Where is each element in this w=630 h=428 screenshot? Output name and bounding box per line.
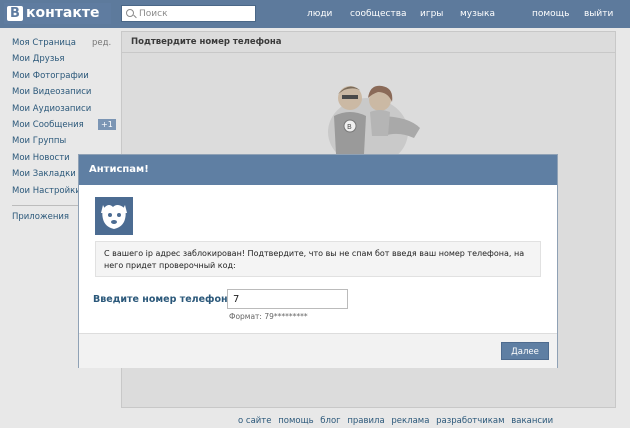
nav-games[interactable]: игры — [420, 9, 443, 19]
sidebar-item-audio[interactable]: Мои Аудиозаписи — [12, 104, 117, 120]
logo-text: контакте — [26, 5, 100, 21]
sidebar-item-label: Мои Фотографии — [12, 70, 89, 81]
nav-music[interactable]: музыка — [460, 9, 495, 19]
nav-logout[interactable]: выйти — [584, 9, 613, 19]
antispam-dialog: Антиспам! С вашего ip адрес заблокирован… — [78, 154, 558, 368]
sidebar-item-label: Мои Сообщения — [12, 119, 84, 130]
sidebar-item-photos[interactable]: Мои Фотографии — [12, 71, 117, 87]
sidebar-item-label: Мои Новости — [12, 152, 70, 163]
footer-link-jobs[interactable]: вакансии — [511, 416, 553, 426]
sidebar-item-messages[interactable]: Мои Сообщения +1 — [12, 118, 117, 136]
search-placeholder: Поиск — [139, 9, 168, 19]
logo-letter: В — [7, 6, 23, 21]
footer-link-blog[interactable]: блог — [320, 416, 340, 426]
superhero-mascot-illustration: B — [328, 85, 420, 156]
search-icon — [126, 9, 134, 17]
dialog-footer: Далее — [79, 333, 557, 368]
sidebar-item-label: Мои Группы — [12, 136, 67, 147]
nav-help[interactable]: помощь — [532, 9, 569, 19]
sidebar-item-label: Мои Друзья — [12, 54, 65, 65]
footer-links: о сайте помощь блог правила реклама разр… — [238, 416, 557, 426]
footer-link-rules[interactable]: правила — [347, 416, 384, 426]
title-divider — [122, 52, 615, 53]
next-button[interactable]: Далее — [501, 342, 549, 360]
sidebar-item-groups[interactable]: Мои Группы — [12, 136, 117, 152]
dog-logo-icon — [95, 197, 133, 235]
sidebar-item-label: Мои Закладки — [12, 169, 76, 180]
search-input[interactable]: Поиск — [121, 5, 256, 22]
footer-link-developers[interactable]: разработчикам — [436, 416, 504, 426]
svg-text:B: B — [347, 123, 352, 131]
sidebar-item-videos[interactable]: Мои Видеозаписи — [12, 87, 117, 103]
sidebar-item-label: Мои Настройки — [12, 185, 81, 196]
phone-format-hint: Формат: 79********* — [229, 312, 308, 321]
logo[interactable]: В контакте — [4, 3, 111, 24]
sidebar-item-label: Приложения — [12, 211, 70, 222]
footer-link-ads[interactable]: реклама — [391, 416, 429, 426]
sidebar-item-friends[interactable]: Мои Друзья — [12, 54, 117, 70]
phone-label: Введите номер телефона: — [93, 294, 238, 305]
sidebar-item-label: Моя Страница — [12, 38, 76, 48]
messages-badge: +1 — [98, 118, 116, 130]
nav-communities[interactable]: сообщества — [350, 9, 407, 19]
dialog-title: Антиспам! — [79, 155, 557, 185]
top-bar: В контакте Поиск люди сообщества игры му… — [0, 0, 630, 28]
phone-input[interactable] — [227, 289, 348, 309]
dialog-message: С вашего ip адрес заблокирован! Подтверд… — [95, 241, 541, 277]
nav-people[interactable]: люди — [307, 9, 332, 19]
sidebar-item-label: Мои Аудиозаписи — [12, 103, 92, 114]
sidebar-item-my-page[interactable]: Моя Страница ред. — [12, 38, 117, 54]
edit-link[interactable]: ред. — [92, 38, 111, 48]
page-title: Подтвердите номер телефона — [131, 37, 282, 47]
footer-link-help[interactable]: помощь — [278, 416, 313, 426]
footer-link-about[interactable]: о сайте — [238, 416, 272, 426]
sidebar-item-label: Мои Видеозаписи — [12, 87, 92, 98]
